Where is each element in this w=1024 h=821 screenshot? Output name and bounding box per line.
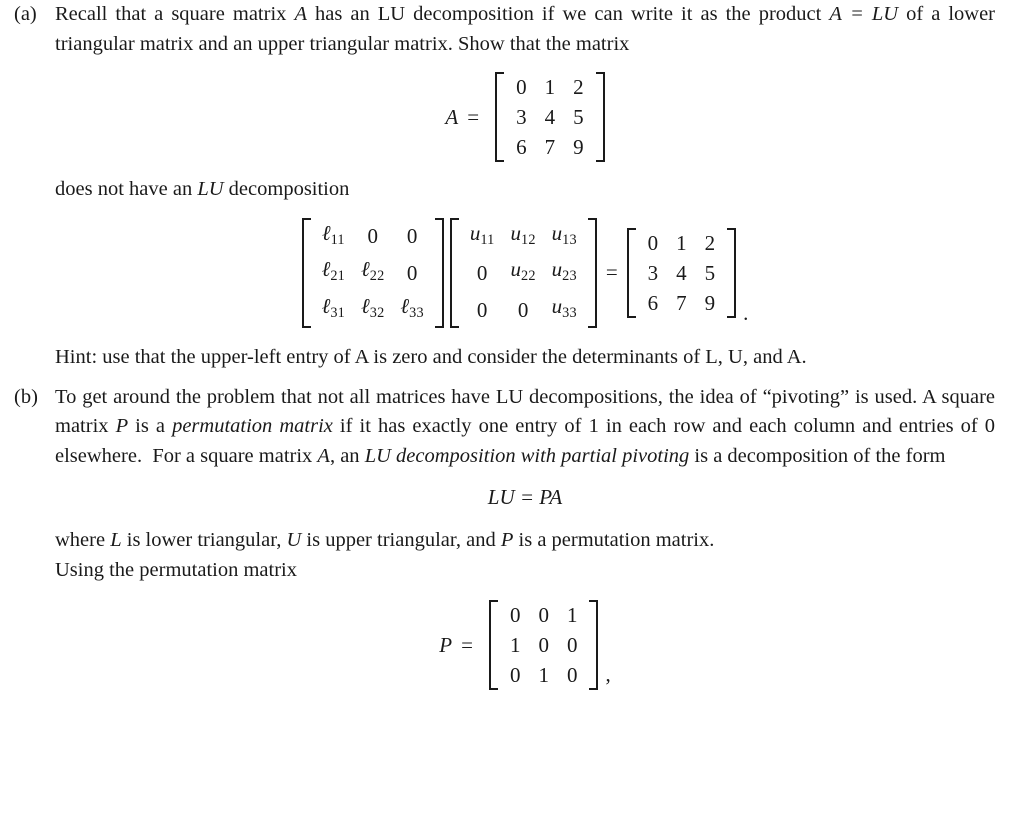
matrix-cell: 0 [509, 663, 521, 688]
matrix-cell: u22 [510, 257, 536, 285]
matrix-cell: 7 [676, 290, 687, 315]
matrix-cell: ℓ22 [361, 257, 385, 285]
bracket-left [301, 217, 311, 329]
matrix-cell: 4 [676, 260, 687, 285]
bracket-right [727, 227, 737, 318]
item-b-paragraph: To get around the problem that not all m… [55, 385, 995, 467]
matrix-cell: u33 [551, 294, 577, 322]
matrix-cell: 2 [704, 230, 716, 255]
matrix-cell: 0 [566, 633, 578, 658]
matrix-cell: ℓ21 [321, 257, 345, 285]
matrix-cell: 2 [573, 75, 584, 99]
matrix-A-grid: 0 1 2 3 4 5 6 7 9 [507, 72, 593, 162]
matrix-cell: 1 [676, 230, 687, 255]
math-var-A-b: A [317, 444, 330, 467]
matrix-cell: 3 [516, 105, 527, 129]
bracket-right [434, 217, 444, 329]
matrix-cell: 0 [367, 223, 378, 248]
item-marker-b: (b) [14, 385, 38, 408]
exercise-item-b: (b) To get around the problem that not a… [0, 383, 1024, 692]
display-matrix-P: P = 0 0 1 1 0 0 0 1 0 , [55, 599, 995, 691]
matrix-cell: u13 [551, 220, 577, 248]
math-var-L: L [110, 529, 122, 552]
matrix-cell: 0 [517, 297, 529, 322]
matrix-cell: 1 [538, 663, 549, 688]
matrix-cell: ℓ33 [400, 294, 424, 322]
matrix-cell: 0 [509, 603, 521, 628]
matrix-cell: u12 [510, 220, 536, 248]
matrix-cell: u23 [551, 257, 577, 285]
matrix-P-grid: 0 0 1 1 0 0 0 1 0 [501, 600, 587, 690]
bracket-right [587, 217, 597, 329]
item-a-paragraph: Recall that a square matrix A has an LU … [55, 3, 996, 55]
item-marker-a: (a) [14, 3, 37, 25]
math-var-A: A [294, 3, 307, 25]
item-a-hint: Hint: use that the upper-left entry of A… [55, 346, 807, 369]
matrix-P: 0 0 1 1 0 0 0 1 0 [488, 599, 599, 691]
matrix-cell: 9 [573, 135, 584, 159]
matrix-cell: ℓ31 [321, 294, 345, 322]
matrix-cell: 0 [516, 75, 527, 99]
matrix-cell: ℓ11 [321, 220, 345, 248]
matrix-U-grid: u11 u12 u13 0 u22 u23 0 0 u33 [462, 218, 585, 329]
math-var-P: P [115, 415, 129, 438]
matrix-P-label: P = [439, 632, 473, 657]
equals-sign: = [605, 260, 618, 285]
matrix-cell: 0 [566, 663, 578, 688]
bracket-left [488, 600, 498, 691]
matrix-A: 0 1 2 3 4 5 6 7 9 [495, 71, 605, 163]
math-var-P-2: P [500, 529, 514, 552]
bracket-right [589, 600, 599, 691]
matrix-cell: 6 [647, 290, 659, 315]
bracket-left [626, 227, 636, 318]
matrix-L-grid: ℓ11 0 0 ℓ21 ℓ22 0 ℓ31 ℓ32 ℓ33 [314, 218, 432, 329]
matrix-cell: 0 [476, 297, 488, 322]
bracket-left [449, 217, 459, 329]
matrix-cell: 7 [544, 135, 556, 159]
matrix-cell: 3 [647, 260, 659, 285]
matrix-cell: 0 [406, 223, 418, 248]
document-page: (a) Recall that a square matrix A has an… [0, 0, 1024, 821]
matrix-cell: 5 [704, 260, 716, 285]
bracket-right [595, 72, 605, 162]
math-LU: LU [197, 178, 224, 200]
matrix-A-rhs: 0 1 2 3 4 5 6 7 9 [626, 227, 737, 319]
matrix-A-rhs-grid: 0 1 2 3 4 5 6 7 9 [639, 228, 725, 318]
matrix-U: u11 u12 u13 0 u22 u23 0 0 u33 [449, 217, 597, 330]
matrix-A-label: A = [445, 104, 480, 129]
matrix-cell: u11 [469, 220, 495, 248]
matrix-cell: 0 [647, 230, 659, 255]
matrix-cell: 0 [476, 260, 488, 285]
matrix-cell: 6 [516, 135, 527, 159]
item-a-after-matrix-text: does not have an LU decomposition [55, 178, 350, 200]
matrix-cell: 9 [704, 290, 716, 315]
matrix-P-trailing-punctuation: , [605, 662, 611, 687]
term-permutation-matrix: permutation matrix [172, 415, 333, 438]
math-expr-A-eq-LU: A = LU [829, 3, 899, 25]
bracket-left [495, 72, 505, 162]
display-formula-lu-pa: LU = PA [55, 485, 995, 510]
item-b-after-formula-text: where L is lower triangular, U is upper … [55, 529, 715, 581]
formula-lu-pa: LU = PA [487, 485, 563, 510]
matrix-L: ℓ11 0 0 ℓ21 ℓ22 0 ℓ31 ℓ32 ℓ33 [301, 217, 444, 330]
matrix-cell: ℓ32 [361, 294, 385, 322]
matrix-cell: 1 [544, 75, 556, 99]
equation-trailing-punctuation: . [743, 301, 749, 326]
term-lu-partial-pivoting: LU decomposition with partial pivoting [364, 444, 690, 467]
matrix-cell: 4 [544, 105, 556, 129]
display-lu-equation: ℓ11 0 0 ℓ21 ℓ22 0 ℓ31 ℓ32 ℓ33 u11 u12 u1… [55, 217, 995, 330]
display-matrix-A: A = 0 1 2 3 4 5 6 7 9 [55, 71, 995, 163]
matrix-cell: 0 [538, 603, 549, 628]
exercise-item-a: (a) Recall that a square matrix A has an… [0, 0, 1024, 373]
matrix-cell: 0 [406, 260, 418, 285]
matrix-cell: 5 [573, 105, 584, 129]
matrix-cell: 0 [538, 633, 549, 658]
math-var-U: U [286, 529, 302, 552]
matrix-cell: 1 [509, 633, 521, 658]
matrix-cell: 1 [566, 603, 578, 628]
